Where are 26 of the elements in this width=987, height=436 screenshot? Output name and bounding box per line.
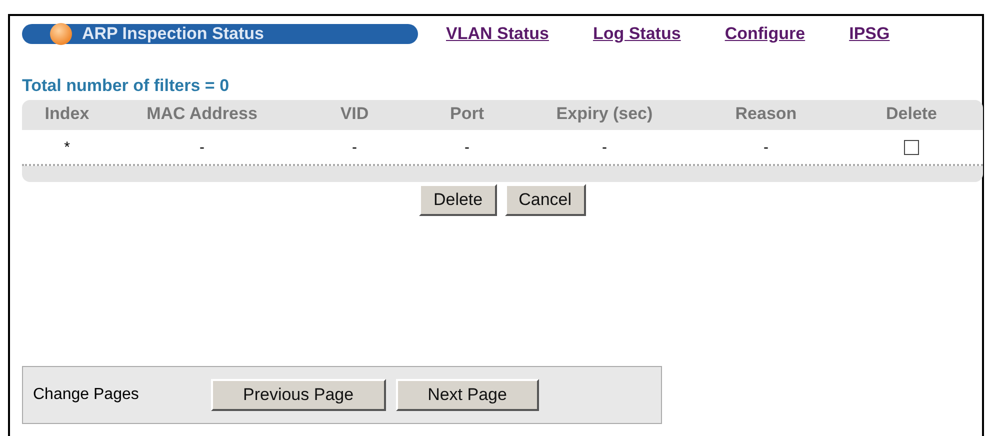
filter-count: Total number of filters = 0 <box>22 76 230 97</box>
action-button[interactable]: Cancel <box>504 184 586 216</box>
column-header: Index <box>44 104 90 124</box>
table-cell-text: * <box>63 138 71 156</box>
nav-link[interactable]: Log Status <box>592 24 681 44</box>
title-tab[interactable]: ARP Inspection Status <box>22 24 418 44</box>
column-header: Delete <box>884 104 938 124</box>
nav-link[interactable]: VLAN Status <box>446 24 549 44</box>
column-header: MAC Address <box>146 104 258 124</box>
page-button[interactable]: Previous Page <box>211 379 386 411</box>
pager-label: Change Pages <box>33 386 140 404</box>
action-button[interactable]: Delete <box>419 184 497 216</box>
column-header: Port <box>449 104 485 124</box>
page-button[interactable]: Next Page <box>396 379 539 411</box>
table-cell-text: - <box>351 138 358 156</box>
nav-link[interactable]: Configure <box>724 24 806 44</box>
table-cell-text: - <box>601 138 608 156</box>
delete-checkbox[interactable] <box>904 140 919 154</box>
table-cell-text: - <box>762 138 770 156</box>
column-header: Expiry (sec) <box>555 104 654 124</box>
nav-link[interactable]: IPSG <box>849 24 890 44</box>
table-cell-text: - <box>464 138 470 156</box>
column-header: Reason <box>734 104 798 124</box>
orb-icon <box>50 23 72 45</box>
table-cell-text: - <box>198 138 206 156</box>
column-header: VID <box>339 104 370 124</box>
